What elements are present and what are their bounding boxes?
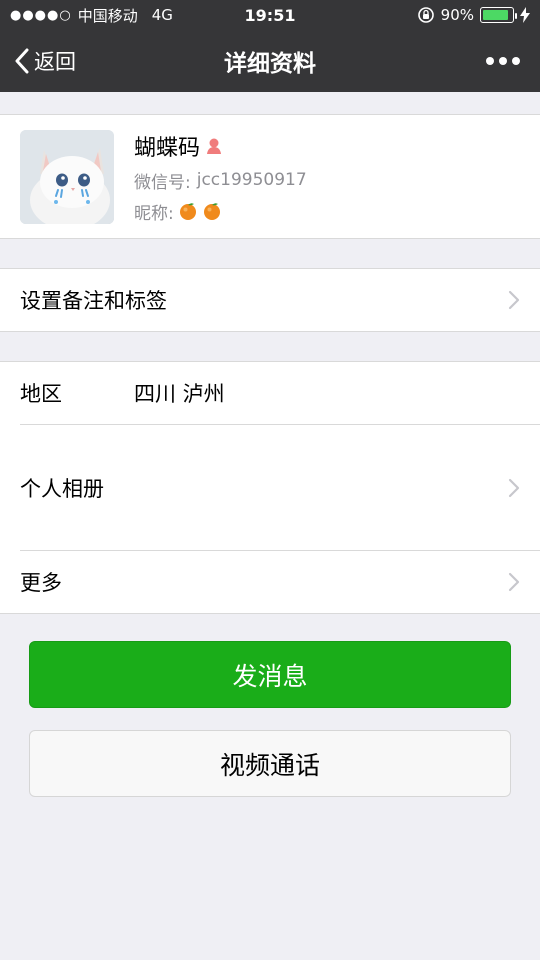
battery-percent: 90% (440, 6, 474, 24)
tangerine-emoji-icon (179, 203, 196, 220)
name-line: 蝴蝶码 (134, 130, 307, 162)
nickname-line: 昵称: (134, 199, 307, 224)
tangerine-emoji-icon (203, 203, 220, 220)
more-options-button[interactable] (486, 57, 526, 65)
chevron-right-icon (508, 290, 520, 310)
charging-bolt-icon (520, 7, 530, 23)
contact-name: 蝴蝶码 (134, 135, 201, 161)
remark-tag-label: 设置备注和标签 (20, 289, 167, 313)
profile-card[interactable]: 蝴蝶码 微信号: jcc19950917 昵称: (0, 114, 540, 239)
send-message-button[interactable]: 发消息 (29, 641, 511, 708)
region-cell: 地区 四川 泸州 (0, 362, 540, 424)
back-button[interactable]: 返回 (14, 46, 76, 76)
battery-icon (480, 7, 517, 23)
wechat-id-label: 微信号: (134, 172, 191, 193)
rotation-lock-icon (417, 7, 434, 23)
more-dot-icon (499, 57, 507, 65)
chevron-right-icon (508, 572, 520, 592)
status-time: 19:51 (244, 5, 296, 25)
signal-strength-icon: ●●●●○ (10, 7, 72, 23)
region-value: 四川 泸州 (134, 382, 225, 406)
nav-bar: 返回 详细资料 (0, 30, 540, 92)
page-title: 详细资料 (224, 51, 316, 77)
female-gender-icon (207, 138, 222, 154)
status-left: ●●●●○ 中国移动 4G (10, 5, 173, 26)
carrier-name: 中国移动 (77, 6, 138, 25)
personal-album-cell[interactable]: 个人相册 (0, 425, 540, 550)
avatar[interactable] (20, 129, 114, 224)
network-type: 4G (151, 6, 173, 24)
region-row: 地区 四川 泸州 (20, 378, 225, 408)
profile-info: 蝴蝶码 微信号: jcc19950917 昵称: (134, 130, 307, 224)
status-bar: ●●●●○ 中国移动 4G 19:51 90% (0, 0, 540, 30)
chevron-left-icon (15, 48, 29, 74)
status-right: 90% (417, 6, 530, 24)
nickname-label: 昵称: (134, 203, 174, 224)
back-label: 返回 (34, 50, 76, 74)
more-cell[interactable]: 更多 (0, 551, 540, 613)
details-group: 地区 四川 泸州 个人相册 更多 (0, 361, 540, 614)
more-label: 更多 (20, 571, 62, 595)
more-dot-icon (512, 57, 520, 65)
wechat-id-value: jcc19950917 (196, 170, 307, 190)
personal-album-label: 个人相册 (20, 476, 104, 501)
more-dot-icon (486, 57, 494, 65)
region-label: 地区 (20, 382, 62, 406)
battery-level (483, 10, 509, 20)
remark-tag-cell[interactable]: 设置备注和标签 (0, 269, 540, 331)
wechat-id-line: 微信号: jcc19950917 (134, 168, 307, 193)
cat-avatar-image (20, 129, 114, 224)
video-call-button[interactable]: 视频通话 (29, 730, 511, 797)
remark-group: 设置备注和标签 (0, 268, 540, 332)
chevron-right-icon (508, 478, 520, 497)
